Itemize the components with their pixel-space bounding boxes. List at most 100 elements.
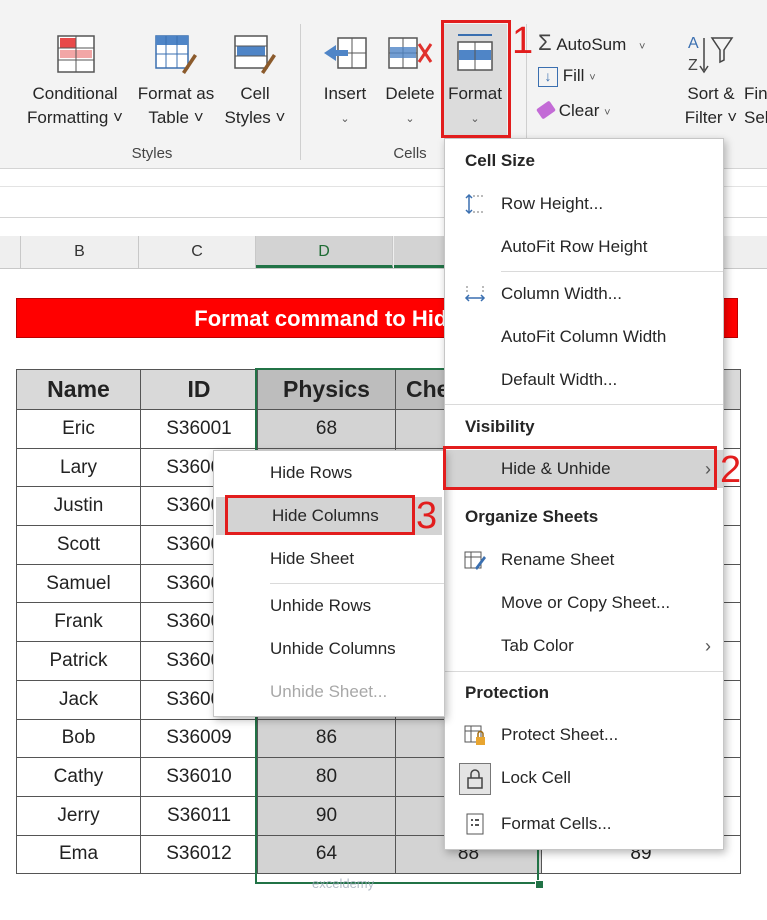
cell-name[interactable]: Frank xyxy=(16,602,141,643)
cell-size-header: Cell Size xyxy=(465,151,535,170)
protect-sheet-item[interactable]: Protect Sheet... xyxy=(445,716,723,754)
cell-physics[interactable]: 68 xyxy=(257,409,396,449)
clear-button[interactable]: Clear ˅ xyxy=(536,100,611,121)
cell-styles-label-2: Styles ˅ xyxy=(224,108,286,127)
rename-sheet-icon xyxy=(464,551,486,570)
cell-name[interactable]: Justin xyxy=(16,486,141,527)
unhide-rows-label: Unhide Rows xyxy=(270,596,372,615)
unhide-sheet-label: Unhide Sheet... xyxy=(270,682,388,701)
column-width-icon xyxy=(464,286,486,302)
protection-header: Protection xyxy=(465,683,550,702)
fill-button[interactable]: ↓ Fill ˅ xyxy=(538,66,596,87)
cell-physics[interactable]: 64 xyxy=(257,834,396,875)
cell-name[interactable]: Jack xyxy=(16,679,141,720)
find-select-label-1: Fin xyxy=(744,84,767,103)
cell-styles-button[interactable]: Cell Styles ˅ xyxy=(222,30,288,138)
delete-button[interactable]: Delete ⌄ xyxy=(378,30,442,138)
cell-name[interactable]: Lary xyxy=(16,447,141,488)
annotation-number-3: 3 xyxy=(416,495,438,537)
annotation-number-2: 2 xyxy=(720,449,742,491)
menu-divider xyxy=(270,583,444,584)
column-width-label: Column Width... xyxy=(501,284,622,303)
autosum-button[interactable]: Σ AutoSum ˅ xyxy=(538,30,645,56)
header-id[interactable]: ID xyxy=(140,369,258,410)
hide-sheet-item[interactable]: Hide Sheet xyxy=(214,540,444,578)
svg-text:A: A xyxy=(688,35,699,52)
cell-name[interactable]: Eric xyxy=(16,409,141,449)
format-as-table-button[interactable]: Format as Table ˅ xyxy=(130,30,222,138)
hide-sheet-label: Hide Sheet xyxy=(270,549,355,568)
sort-filter-label-1: Sort & xyxy=(687,84,735,103)
insert-button[interactable]: Insert ⌄ xyxy=(312,30,378,138)
fill-label: Fill xyxy=(562,66,585,85)
column-header-b[interactable]: B xyxy=(21,236,139,268)
visibility-header: Visibility xyxy=(465,417,535,436)
cell-physics[interactable]: 80 xyxy=(257,757,396,797)
delete-chevron-icon: ⌄ xyxy=(405,113,415,125)
default-width-item[interactable]: Default Width... xyxy=(445,361,723,399)
svg-text:Z: Z xyxy=(688,57,698,74)
cell-id[interactable]: S36001 xyxy=(140,409,258,449)
lock-cell-item[interactable]: Lock Cell xyxy=(445,759,723,797)
hide-rows-item[interactable]: Hide Rows xyxy=(214,454,444,492)
cell-id[interactable]: S36012 xyxy=(140,834,258,875)
header-name[interactable]: Name xyxy=(16,369,141,410)
format-cells-dialog-icon xyxy=(466,813,484,835)
rename-sheet-label: Rename Sheet xyxy=(501,550,615,569)
cell-name[interactable]: Patrick xyxy=(16,641,141,681)
sort-filter-icon: A Z xyxy=(688,35,734,74)
annotation-box-hide-unhide xyxy=(443,446,717,490)
sort-filter-label-2: Filter ˅ xyxy=(684,108,738,127)
sort-filter-button[interactable]: A Z Sort & Filter ˅ xyxy=(676,30,746,138)
cell-styles-icon xyxy=(234,35,276,74)
clear-label: Clear xyxy=(558,101,600,120)
move-copy-sheet-item[interactable]: Move or Copy Sheet... xyxy=(445,584,723,622)
cell-name[interactable]: Bob xyxy=(16,718,141,759)
row-height-icon xyxy=(465,193,485,215)
column-header-partial[interactable] xyxy=(0,236,21,268)
cell-physics[interactable]: 90 xyxy=(257,795,396,836)
tab-color-item[interactable]: Tab Color › xyxy=(445,627,723,665)
fill-chevron-icon: ˅ xyxy=(589,72,596,84)
unhide-rows-item[interactable]: Unhide Rows xyxy=(214,587,444,625)
tab-color-label: Tab Color xyxy=(501,636,574,655)
header-physics[interactable]: Physics xyxy=(257,369,396,410)
row-height-label: Row Height... xyxy=(501,194,604,213)
autofit-row-height-item[interactable]: AutoFit Row Height xyxy=(445,228,723,266)
row-height-item[interactable]: Row Height... xyxy=(445,185,723,223)
column-width-item[interactable]: Column Width... xyxy=(445,275,723,313)
watermark-logo: exceldemy xyxy=(312,876,375,891)
cell-name[interactable]: Cathy xyxy=(16,757,141,797)
fill-down-icon: ↓ xyxy=(538,67,558,87)
find-select-button[interactable]: Fin Sel xyxy=(744,30,767,138)
cell-id[interactable]: S36011 xyxy=(140,795,258,836)
format-cells-item[interactable]: Format Cells... xyxy=(445,805,723,843)
cell-id[interactable]: S36010 xyxy=(140,757,258,797)
cell-name[interactable]: Scott xyxy=(16,525,141,565)
delete-cells-icon xyxy=(388,37,433,69)
default-width-label: Default Width... xyxy=(501,370,618,389)
clear-chevron-icon: ˅ xyxy=(604,107,611,119)
insert-chevron-icon: ⌄ xyxy=(340,113,350,125)
unhide-columns-item[interactable]: Unhide Columns xyxy=(214,630,444,668)
column-header-c[interactable]: C xyxy=(139,236,256,268)
organize-sheets-header: Organize Sheets xyxy=(465,507,599,526)
rename-sheet-item[interactable]: Rename Sheet xyxy=(445,541,723,579)
fill-handle[interactable] xyxy=(535,880,544,889)
cell-id[interactable]: S36009 xyxy=(140,718,258,759)
cell-name[interactable]: Jerry xyxy=(16,795,141,836)
conditional-formatting-label-1: Conditional xyxy=(32,84,118,103)
column-header-d[interactable]: D xyxy=(256,236,393,268)
cell-styles-label-1: Cell xyxy=(240,84,270,103)
cell-physics[interactable]: 86 xyxy=(257,718,396,759)
cells-group-label: Cells xyxy=(393,145,427,162)
cell-name[interactable]: Ema xyxy=(16,834,141,875)
unhide-columns-label: Unhide Columns xyxy=(270,639,396,658)
format-dropdown-menu: Cell Size Row Height... AutoFit Row Heig… xyxy=(444,138,724,850)
autofit-column-width-item[interactable]: AutoFit Column Width xyxy=(445,318,723,356)
styles-group-label: Styles xyxy=(131,145,173,162)
insert-cells-icon xyxy=(324,37,367,69)
conditional-formatting-button[interactable]: Conditional Formatting ˅ xyxy=(18,30,132,138)
cell-name[interactable]: Samuel xyxy=(16,563,141,604)
move-copy-sheet-label: Move or Copy Sheet... xyxy=(501,593,671,612)
